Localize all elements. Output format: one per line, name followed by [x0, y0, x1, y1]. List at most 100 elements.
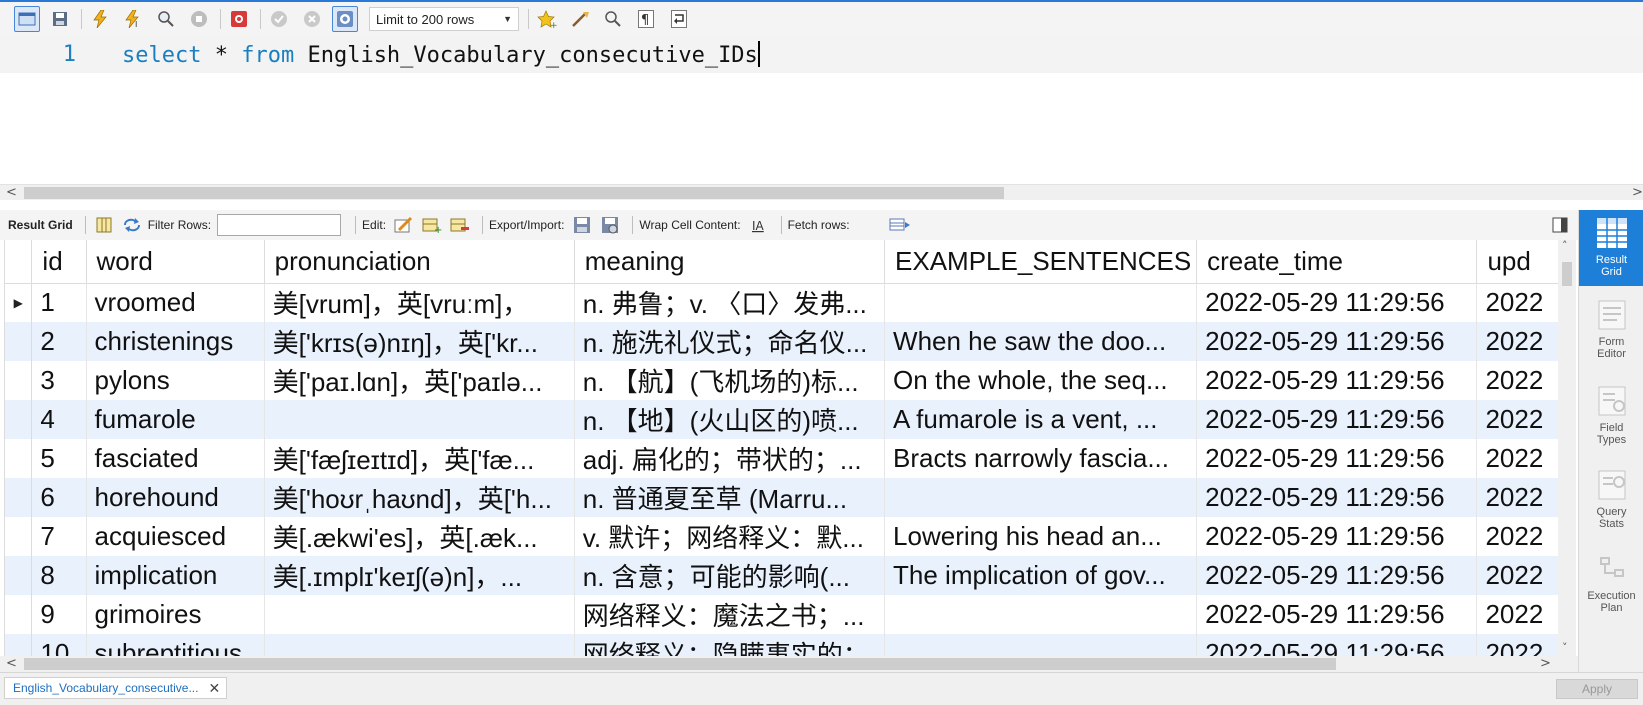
- grid-vertical-scrollbar[interactable]: ˄ ˅: [1558, 239, 1576, 656]
- table-row[interactable]: 7 acquiesced 美[.ækwi'es]，英[.æk... v. 默许；…: [5, 517, 1564, 556]
- column-header-example-sentences[interactable]: EXAMPLE_SENTENCES: [884, 240, 1198, 284]
- side-tab-execution-plan[interactable]: Execution Plan: [1579, 546, 1643, 622]
- grid-view-icon[interactable]: [92, 215, 116, 235]
- cell-id[interactable]: 10: [31, 634, 87, 656]
- find-icon[interactable]: [600, 6, 626, 32]
- cell-create-time[interactable]: 2022-05-29 11:29:56: [1196, 361, 1478, 400]
- cell-update-time[interactable]: 2022: [1476, 439, 1564, 478]
- cell-update-time[interactable]: 2022: [1476, 517, 1564, 556]
- cell-meaning[interactable]: n. 含意；可能的影响(...: [574, 556, 886, 595]
- cell-meaning[interactable]: 网络释义：隐瞒事实的；: [574, 634, 886, 656]
- cell-id[interactable]: 2: [31, 322, 87, 361]
- cell-update-time[interactable]: 2022: [1476, 283, 1564, 322]
- wrap-cell-icon[interactable]: IA: [747, 215, 771, 235]
- table-row[interactable]: ▶ 1 vroomed 美[vrum]，英[vruːm]， n. 弗鲁；v. 〈…: [5, 283, 1564, 322]
- filter-rows-input[interactable]: [217, 214, 342, 236]
- cell-id[interactable]: 8: [31, 556, 87, 595]
- cell-id[interactable]: 3: [31, 361, 87, 400]
- cell-create-time[interactable]: 2022-05-29 11:29:56: [1196, 556, 1478, 595]
- cell-id[interactable]: 5: [31, 439, 87, 478]
- sql-editor[interactable]: 1 select * from English_Vocabulary_conse…: [0, 36, 1643, 184]
- table-row[interactable]: 2 christenings 美['krɪs(ə)nɪŋ]，英['kr... n…: [5, 322, 1564, 361]
- column-header-id[interactable]: id: [31, 240, 87, 284]
- cell-example-sentences[interactable]: Bracts narrowly fascia...: [884, 439, 1198, 478]
- cell-example-sentences[interactable]: [884, 595, 1198, 634]
- toggle-error-icon[interactable]: [226, 6, 252, 32]
- save-icon[interactable]: [47, 6, 73, 32]
- cell-pronunciation[interactable]: 美[.ækwi'es]，英[.æk...: [264, 517, 575, 556]
- cell-word[interactable]: fasciated: [86, 439, 265, 478]
- cell-id[interactable]: 6: [31, 478, 87, 517]
- cell-pronunciation[interactable]: 美['fæʃɪeɪtɪd]，英['fæ...: [264, 439, 575, 478]
- cell-meaning[interactable]: n. 弗鲁；v. 〈口〉发弗...: [574, 283, 886, 322]
- cell-create-time[interactable]: 2022-05-29 11:29:56: [1196, 634, 1478, 656]
- cell-pronunciation[interactable]: 美[vrum]，英[vruːm]，: [264, 283, 575, 322]
- beautify-icon[interactable]: [567, 6, 593, 32]
- side-tab-field-types[interactable]: Field Types: [1579, 378, 1643, 454]
- column-header-pronunciation[interactable]: pronunciation: [264, 240, 575, 284]
- cell-pronunciation[interactable]: [264, 400, 575, 439]
- column-header-create-time[interactable]: create_time: [1196, 240, 1478, 284]
- cell-create-time[interactable]: 2022-05-29 11:29:56: [1196, 400, 1478, 439]
- cell-word[interactable]: fumarole: [86, 400, 265, 439]
- cell-create-time[interactable]: 2022-05-29 11:29:56: [1196, 322, 1478, 361]
- cell-example-sentences[interactable]: [884, 478, 1198, 517]
- cell-id[interactable]: 9: [31, 595, 87, 634]
- stop-icon[interactable]: [186, 6, 212, 32]
- cell-meaning[interactable]: n. 【航】(飞机场的)标...: [574, 361, 886, 400]
- cell-update-time[interactable]: 2022: [1476, 556, 1564, 595]
- toggle-panel-icon[interactable]: [1548, 215, 1572, 235]
- cell-word[interactable]: implication: [86, 556, 265, 595]
- cell-example-sentences[interactable]: Lowering his head an...: [884, 517, 1198, 556]
- import-icon[interactable]: [598, 215, 622, 235]
- open-folder-icon[interactable]: [14, 6, 40, 32]
- result-grid-label[interactable]: Result Grid: [8, 218, 73, 232]
- table-row[interactable]: 9 grimoires 网络释义：魔法之书；... 2022-05-29 11:…: [5, 595, 1564, 634]
- delete-row-icon[interactable]: [448, 215, 472, 235]
- sql-query-text[interactable]: select * from English_Vocabulary_consecu…: [122, 41, 760, 68]
- cell-example-sentences[interactable]: [884, 283, 1198, 322]
- scroll-left-icon[interactable]: <: [6, 185, 17, 201]
- cell-example-sentences[interactable]: When he saw the doo...: [884, 322, 1198, 361]
- column-header-meaning[interactable]: meaning: [574, 240, 886, 284]
- close-icon[interactable]: ✕: [208, 680, 220, 697]
- cell-create-time[interactable]: 2022-05-29 11:29:56: [1196, 517, 1478, 556]
- cell-word[interactable]: acquiesced: [86, 517, 265, 556]
- side-tab-result-grid[interactable]: Result Grid: [1579, 210, 1643, 286]
- cell-pronunciation[interactable]: 美['paɪ.lɑn]，英['paɪlə...: [264, 361, 575, 400]
- cell-meaning[interactable]: 网络释义：魔法之书；...: [574, 595, 886, 634]
- cell-update-time[interactable]: 2022: [1476, 361, 1564, 400]
- cell-pronunciation[interactable]: 美[.ɪmplɪ'keɪʃ(ə)n]，...: [264, 556, 575, 595]
- cell-word[interactable]: vroomed: [86, 283, 265, 322]
- export-icon[interactable]: [570, 215, 594, 235]
- scroll-left-icon[interactable]: <: [6, 656, 17, 672]
- cell-word[interactable]: grimoires: [86, 595, 265, 634]
- wrap-icon[interactable]: [666, 6, 692, 32]
- apply-button[interactable]: Apply: [1556, 679, 1638, 699]
- cell-pronunciation[interactable]: [264, 634, 575, 656]
- cell-meaning[interactable]: n. 施洗礼仪式；命名仪...: [574, 322, 886, 361]
- table-row[interactable]: 3 pylons 美['paɪ.lɑn]，英['paɪlə... n. 【航】(…: [5, 361, 1564, 400]
- cell-id[interactable]: 7: [31, 517, 87, 556]
- side-tab-query-stats[interactable]: Query Stats: [1579, 462, 1643, 538]
- cell-update-time[interactable]: 2022: [1476, 400, 1564, 439]
- cell-create-time[interactable]: 2022-05-29 11:29:56: [1196, 595, 1478, 634]
- scroll-right-icon[interactable]: >: [1540, 656, 1551, 672]
- scrollbar-thumb[interactable]: [24, 187, 1004, 199]
- fetch-rows-icon[interactable]: [888, 215, 912, 235]
- cell-example-sentences[interactable]: The implication of gov...: [884, 556, 1198, 595]
- side-tab-form-editor[interactable]: Form Editor: [1579, 292, 1643, 368]
- cell-pronunciation[interactable]: [264, 595, 575, 634]
- cell-meaning[interactable]: n. 【地】(火山区的)喷...: [574, 400, 886, 439]
- commit-icon[interactable]: [266, 6, 292, 32]
- result-tab[interactable]: English_Vocabulary_consecutive... ✕: [4, 677, 228, 699]
- cell-example-sentences[interactable]: A fumarole is a vent, ...: [884, 400, 1198, 439]
- cell-update-time[interactable]: 2022: [1476, 595, 1564, 634]
- edit-row-icon[interactable]: [392, 215, 416, 235]
- table-row[interactable]: 8 implication 美[.ɪmplɪ'keɪʃ(ə)n]，... n. …: [5, 556, 1564, 595]
- cell-id[interactable]: 1: [31, 283, 87, 322]
- table-row[interactable]: 4 fumarole n. 【地】(火山区的)喷... A fumarole i…: [5, 400, 1564, 439]
- cell-create-time[interactable]: 2022-05-29 11:29:56: [1196, 283, 1478, 322]
- cell-example-sentences[interactable]: [884, 634, 1198, 656]
- cell-pronunciation[interactable]: 美['krɪs(ə)nɪŋ]，英['kr...: [264, 322, 575, 361]
